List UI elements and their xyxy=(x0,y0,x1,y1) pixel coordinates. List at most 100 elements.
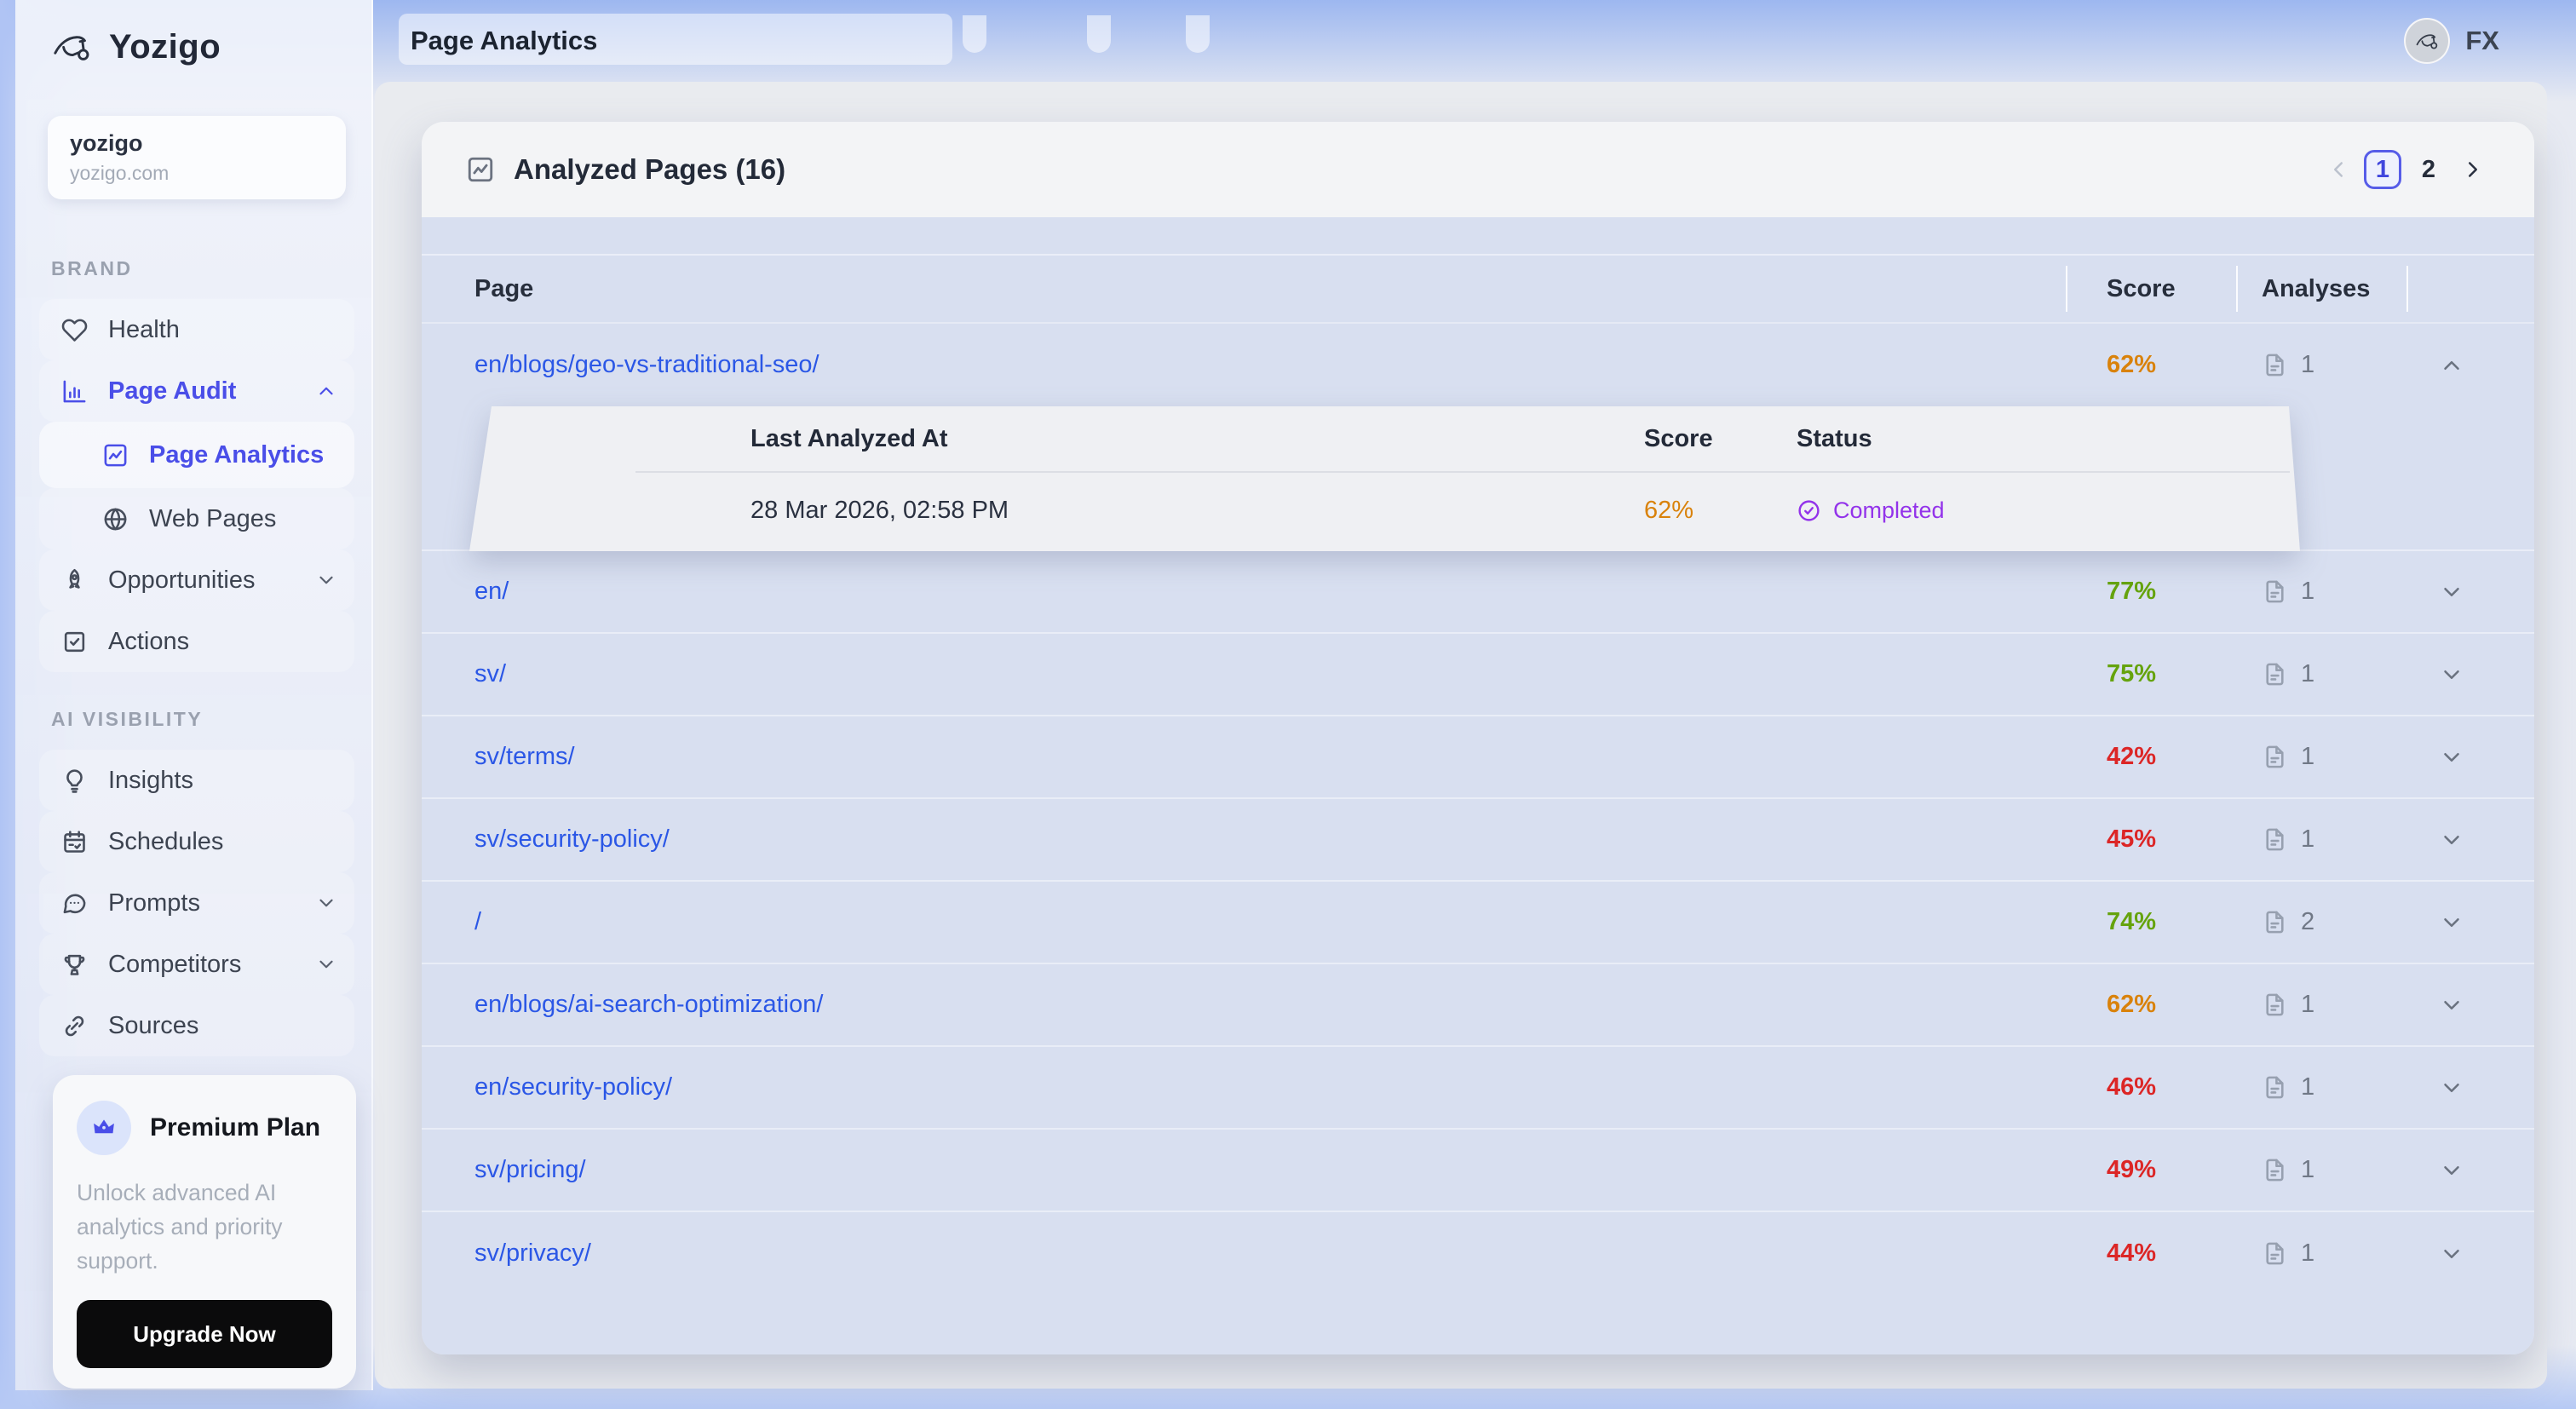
expand-row-button[interactable] xyxy=(2406,579,2534,605)
sidebar-item-label: Page Analytics xyxy=(149,441,324,469)
expand-row-button[interactable] xyxy=(2406,910,2534,935)
score-value: 77% xyxy=(2107,578,2156,605)
table-row[interactable]: sv/75%1 xyxy=(422,634,2534,716)
sidebar-item-sources[interactable]: Sources xyxy=(39,995,354,1056)
pagination-page-1[interactable]: 1 xyxy=(2364,150,2401,189)
chevron-down-icon xyxy=(2439,662,2464,687)
sidebar-item-page-analytics[interactable]: Page Analytics xyxy=(39,422,354,488)
page-link[interactable]: en/blogs/ai-search-optimization/ xyxy=(474,991,823,1018)
pagination-page-2[interactable]: 2 xyxy=(2410,150,2447,189)
sidebar-item-opportunities[interactable]: Opportunities xyxy=(39,549,354,611)
sidebar-item-actions[interactable]: Actions xyxy=(39,611,354,672)
detail-row: 28 Mar 2026, 02:58 PM62%Completed xyxy=(469,471,2300,549)
column-header-page: Page xyxy=(422,275,2066,303)
page-link[interactable]: sv/pricing/ xyxy=(474,1156,586,1183)
page-link[interactable]: sv/privacy/ xyxy=(474,1239,591,1267)
detail-header-score: Score xyxy=(1644,425,1797,453)
chat-icon xyxy=(61,890,88,917)
page-title: Page Analytics xyxy=(411,26,597,56)
main-area: Page Analytics FX Analyzed Pages (16) xyxy=(375,0,2547,1389)
user-menu[interactable]: FX xyxy=(2404,18,2499,64)
expand-row-button[interactable] xyxy=(2406,1158,2534,1183)
analyses-count: 2 xyxy=(2301,908,2314,936)
chevron-down-icon xyxy=(2439,1075,2464,1101)
page-link[interactable]: sv/terms/ xyxy=(474,743,575,770)
nav-list: Health Page Audit Page Analytics Web PagesO… xyxy=(15,299,371,672)
table-header-row: Page Score Analyses xyxy=(422,256,2534,324)
file-icon xyxy=(2262,1074,2288,1101)
table-row[interactable]: en/blogs/geo-vs-traditional-seo/62%1 xyxy=(422,324,2534,406)
table-row[interactable]: sv/terms/42%1 xyxy=(422,716,2534,799)
expand-row-button[interactable] xyxy=(2406,1241,2534,1267)
status-label: Completed xyxy=(1833,497,1945,524)
page-link[interactable]: en/blogs/geo-vs-traditional-seo/ xyxy=(474,351,819,378)
table-row[interactable]: en/blogs/ai-search-optimization/62%1 xyxy=(422,964,2534,1047)
premium-plan-card: Premium Plan Unlock advanced AI analytic… xyxy=(53,1075,356,1389)
analyses-count: 1 xyxy=(2301,1239,2314,1268)
column-header-analyses: Analyses xyxy=(2236,256,2406,322)
page-link[interactable]: sv/ xyxy=(474,660,506,687)
sidebar-nav: BRANDHealthPage AuditPage AnalyticsWeb P… xyxy=(15,257,371,1056)
page-link[interactable]: / xyxy=(474,908,481,935)
heart-icon xyxy=(61,317,88,343)
page-link[interactable]: sv/security-policy/ xyxy=(474,825,670,853)
calendar-icon xyxy=(61,829,88,855)
score-value: 75% xyxy=(2107,660,2156,687)
table-row[interactable]: sv/security-policy/45%1 xyxy=(422,799,2534,882)
workspace-selector[interactable]: yozigo yozigo.com xyxy=(48,116,346,199)
table-container: Page Score Analyses en/blogs/geo-vs-trad… xyxy=(422,217,2534,1354)
premium-plan-description: Unlock advanced AI analytics and priorit… xyxy=(77,1176,332,1278)
score-value: 42% xyxy=(2107,743,2156,770)
sidebar-item-insights[interactable]: Insights xyxy=(39,750,354,811)
crown-badge xyxy=(77,1101,131,1155)
pagination-prev-button[interactable] xyxy=(2321,152,2355,187)
chevron-down-icon xyxy=(2439,910,2464,935)
analyses-count: 1 xyxy=(2301,825,2314,854)
row-detail-section: Last Analyzed AtScoreStatus28 Mar 2026, … xyxy=(422,406,2534,551)
table-row[interactable]: sv/pricing/49%1 xyxy=(422,1130,2534,1212)
page-link[interactable]: en/security-policy/ xyxy=(474,1073,672,1101)
sidebar-item-page-audit[interactable]: Page Audit xyxy=(39,360,354,422)
chevron-right-icon xyxy=(2460,157,2486,182)
lightbulb-icon xyxy=(61,768,88,794)
score-value: 46% xyxy=(2107,1073,2156,1101)
expand-row-button[interactable] xyxy=(2406,992,2534,1018)
analyses-count: 1 xyxy=(2301,991,2314,1019)
sidebar-item-web-pages[interactable]: Web Pages xyxy=(39,488,354,549)
sidebar-item-prompts[interactable]: Prompts xyxy=(39,872,354,934)
file-icon xyxy=(2262,744,2288,770)
file-icon xyxy=(2262,1240,2288,1267)
table-row[interactable]: /74%2 xyxy=(422,882,2534,964)
upgrade-now-button[interactable]: Upgrade Now xyxy=(77,1300,332,1368)
chevron-down-icon xyxy=(315,569,337,591)
decor-blob xyxy=(1087,15,1111,53)
user-initials: FX xyxy=(2465,26,2499,56)
brand-logo[interactable]: Yozigo xyxy=(15,0,371,68)
table-row[interactable]: en/security-policy/46%1 xyxy=(422,1047,2534,1130)
expand-row-button[interactable] xyxy=(2406,745,2534,770)
sidebar-item-health[interactable]: Health xyxy=(39,299,354,360)
page-link[interactable]: en/ xyxy=(474,578,509,605)
sidebar-item-schedules[interactable]: Schedules xyxy=(39,811,354,872)
chevron-up-icon xyxy=(2439,353,2464,378)
sidebar-item-label: Actions xyxy=(108,628,189,656)
file-icon xyxy=(2262,992,2288,1018)
stork-logo-icon xyxy=(48,26,95,68)
status-badge: Completed xyxy=(1797,497,2300,524)
expand-row-button[interactable] xyxy=(2406,353,2534,378)
expand-row-button[interactable] xyxy=(2406,662,2534,687)
pagination-next-button[interactable] xyxy=(2456,152,2490,187)
table-row[interactable]: en/77%1 xyxy=(422,551,2534,634)
chart-icon xyxy=(466,155,495,184)
table-body: en/blogs/geo-vs-traditional-seo/62%1Last… xyxy=(422,324,2534,1295)
expand-row-button[interactable] xyxy=(2406,1075,2534,1101)
table-row[interactable]: sv/privacy/44%1 xyxy=(422,1212,2534,1295)
sidebar-item-label: Page Audit xyxy=(108,377,236,405)
crown-icon xyxy=(91,1115,117,1141)
file-icon xyxy=(2262,909,2288,935)
expand-row-button[interactable] xyxy=(2406,827,2534,853)
sidebar-item-competitors[interactable]: Competitors xyxy=(39,934,354,995)
trophy-icon xyxy=(61,952,88,978)
workspace-domain: yozigo.com xyxy=(70,162,324,185)
analyses-count: 1 xyxy=(2301,1156,2314,1184)
